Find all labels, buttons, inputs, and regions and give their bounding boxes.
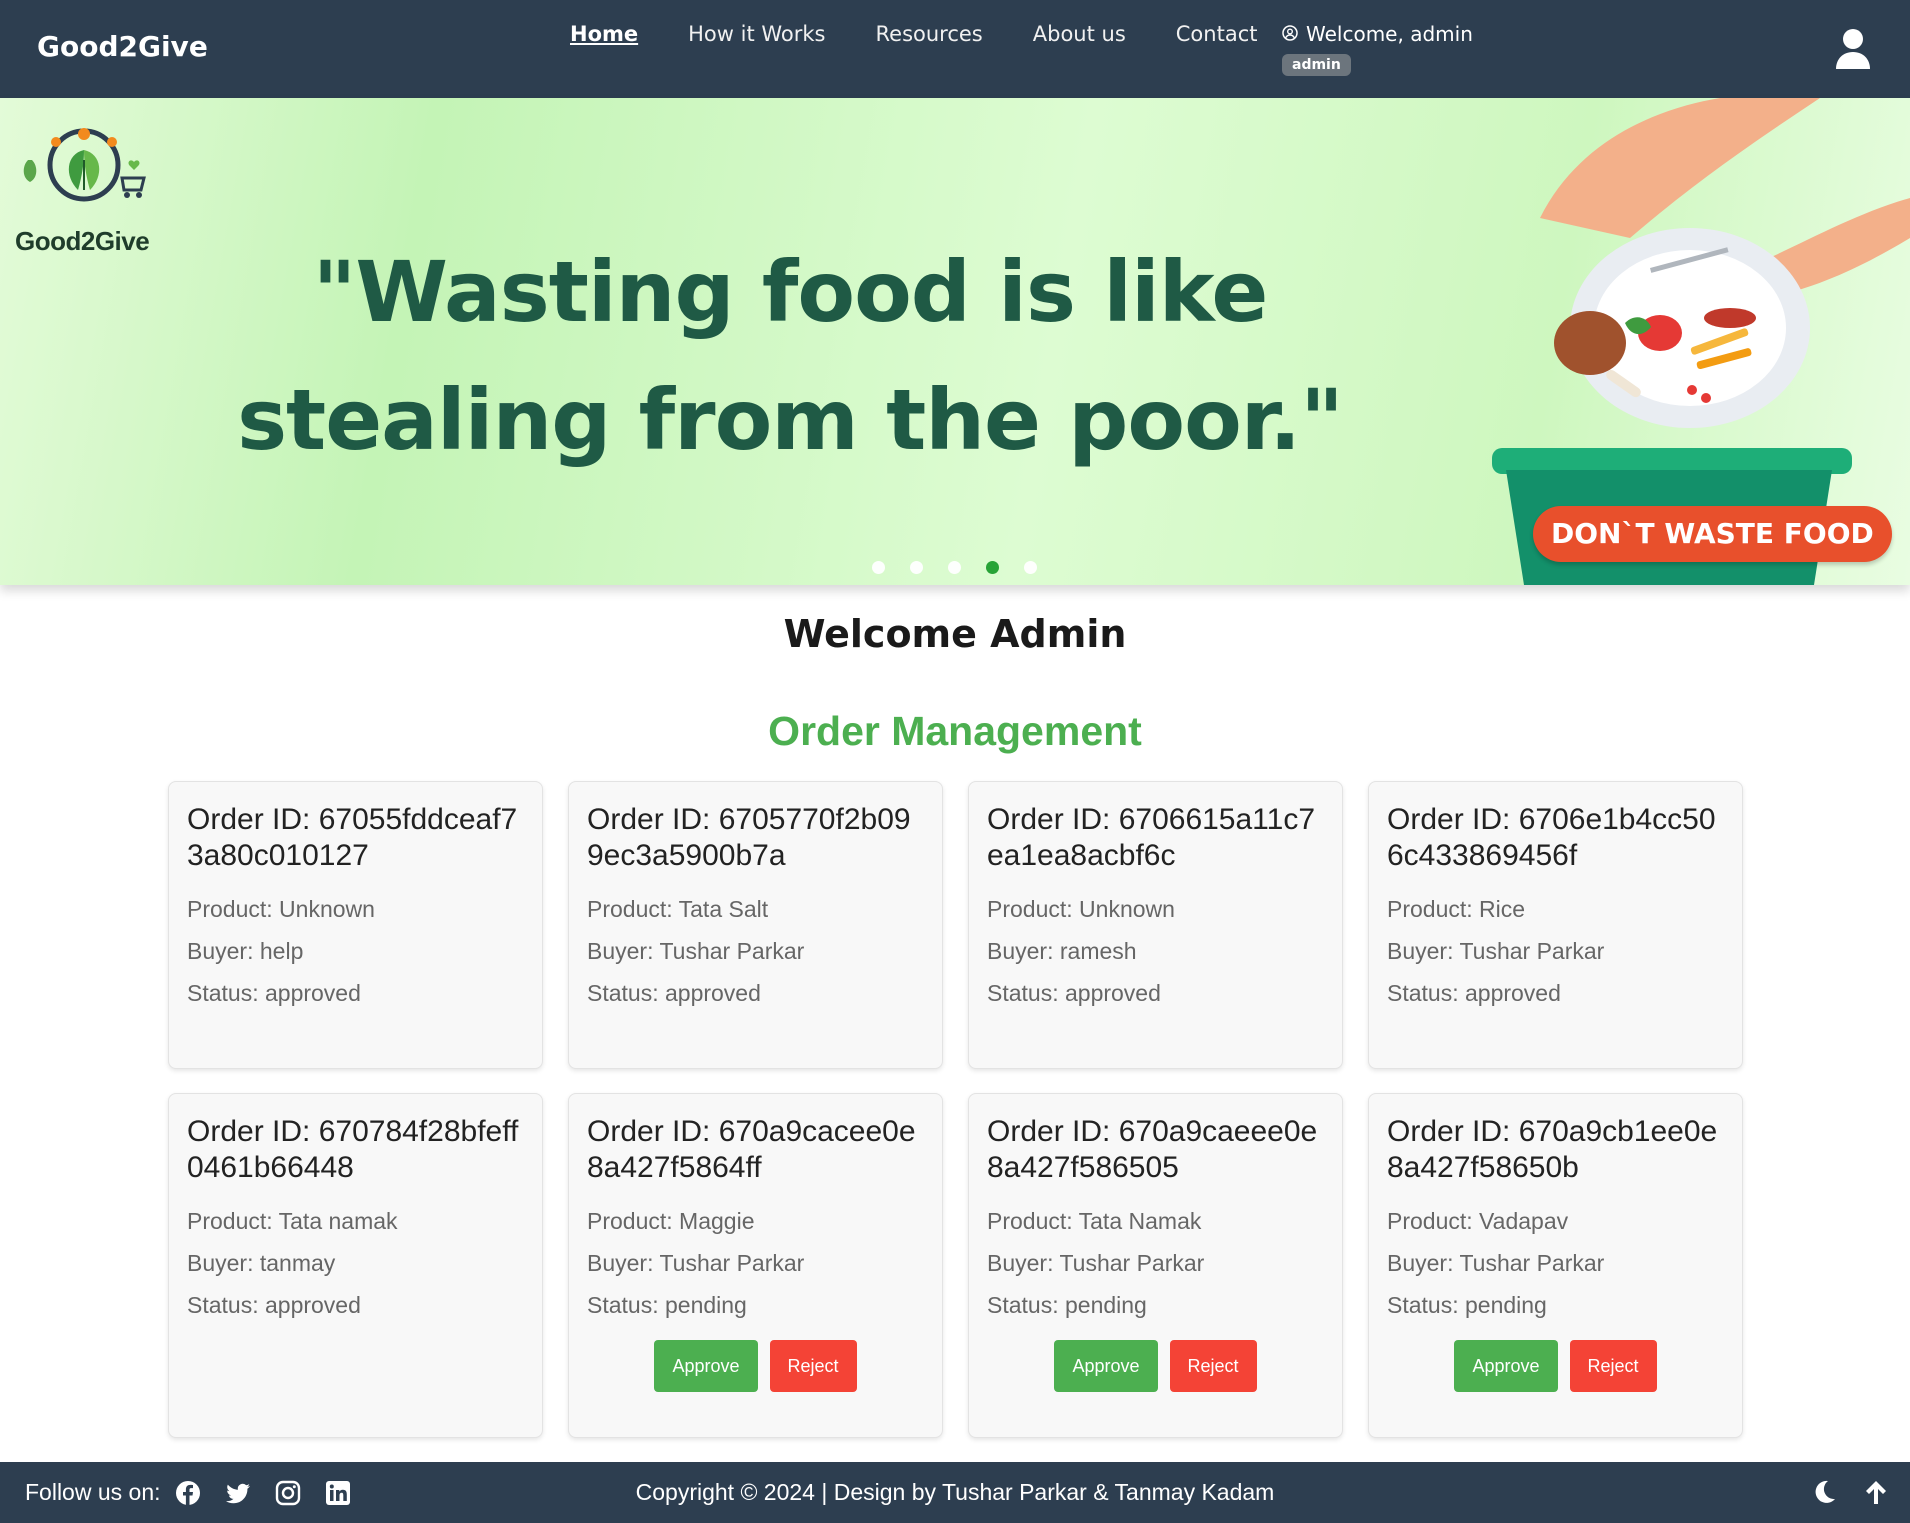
order-buyer: Buyer: Tushar Parkar (587, 938, 805, 964)
follow-us: Follow us on: (25, 1479, 375, 1506)
order-status: Status: pending (587, 1292, 747, 1318)
order-card: Order ID: 6705770f2b099ec3a5900b7a Produ… (568, 781, 943, 1069)
navbar: Good2Give Home How it Works Resources Ab… (0, 0, 1910, 98)
nav-about-us[interactable]: About us (1033, 22, 1126, 46)
order-card: Order ID: 670a9cb1ee0e8a427f58650b Produ… (1368, 1093, 1743, 1438)
order-product: Product: Unknown (187, 896, 375, 922)
order-title: Order ID: 67055fddceaf73a80c010127 (187, 803, 518, 872)
order-product: Product: Maggie (587, 1208, 755, 1234)
order-title: Order ID: 6706615a11c7ea1ea8acbf6c (987, 803, 1316, 872)
order-product: Product: Tata namak (187, 1208, 398, 1234)
order-title: Order ID: 670a9caeee0e8a427f586505 (987, 1115, 1318, 1184)
order-product: Product: Tata Namak (987, 1208, 1202, 1234)
instagram-icon[interactable] (275, 1480, 301, 1506)
welcome-text: Welcome, admin (1306, 22, 1473, 46)
nav-resources[interactable]: Resources (876, 22, 983, 46)
order-buyer: Buyer: tanmay (187, 1250, 336, 1276)
carousel-dot-3[interactable] (948, 561, 961, 574)
user-profile-icon[interactable] (1834, 28, 1872, 70)
dark-mode-moon-icon[interactable] (1810, 1478, 1838, 1506)
hero-quote-line-1: "Wasting food is like (312, 243, 1269, 341)
carousel-dot-2[interactable] (910, 561, 923, 574)
footer-controls (1786, 1478, 1890, 1506)
user-circle-icon (1282, 22, 1306, 46)
carousel-dot-1[interactable] (872, 561, 885, 574)
order-actions: Approve Reject (1387, 1340, 1724, 1392)
carousel-dot-4[interactable] (986, 561, 999, 574)
approve-button[interactable]: Approve (1454, 1340, 1558, 1392)
reject-button[interactable]: Reject (769, 1340, 857, 1392)
order-card: Order ID: 670a9caeee0e8a427f586505 Produ… (968, 1093, 1343, 1438)
order-card: Order ID: 670784f28bfeff0461b66448 Produ… (168, 1093, 543, 1438)
order-status: Status: approved (987, 980, 1161, 1006)
twitter-icon[interactable] (225, 1480, 251, 1506)
order-actions: Approve Reject (987, 1340, 1324, 1392)
linkedin-icon[interactable] (325, 1480, 351, 1506)
order-status: Status: pending (987, 1292, 1147, 1318)
order-status: Status: approved (187, 1292, 361, 1318)
order-title: Order ID: 6705770f2b099ec3a5900b7a (587, 803, 911, 872)
brand-logo[interactable]: Good2Give (37, 30, 208, 63)
social-links (175, 1480, 375, 1506)
hero-logo-text: Good2Give (15, 226, 150, 256)
scroll-to-top-arrow-icon[interactable] (1862, 1478, 1890, 1506)
hero-logo: Good2Give (14, 120, 164, 256)
order-buyer: Buyer: help (187, 938, 304, 964)
order-buyer: Buyer: ramesh (987, 938, 1137, 964)
order-buyer: Buyer: Tushar Parkar (1387, 1250, 1605, 1276)
hero-quote: "Wasting food is like stealing from the … (200, 228, 1380, 484)
order-title: Order ID: 670784f28bfeff0461b66448 (187, 1115, 519, 1184)
approve-button[interactable]: Approve (1054, 1340, 1158, 1392)
order-status: Status: approved (587, 980, 761, 1006)
footer: Follow us on: Copyright © 2024 | Design … (0, 1462, 1910, 1523)
hero-quote-line-2: stealing from the poor." (237, 371, 1344, 469)
nav-home[interactable]: Home (570, 22, 638, 46)
dont-waste-food-label: DON`T WASTE FOOD (1533, 506, 1892, 562)
section-title: Order Management (768, 708, 1142, 754)
user-welcome: Welcome, admin admin (1282, 22, 1473, 76)
nav-links: Home How it Works Resources About us Con… (570, 22, 1307, 46)
logo-emblem-icon (23, 128, 146, 202)
carousel-indicators (872, 561, 1062, 574)
hero-carousel: Good2Give "Wasting food is like stealing… (0, 98, 1910, 585)
order-title: Order ID: 670a9cb1ee0e8a427f58650b (1387, 1115, 1718, 1184)
page-title: Welcome Admin (783, 612, 1127, 656)
nav-how-it-works[interactable]: How it Works (688, 22, 825, 46)
order-product: Product: Tata Salt (587, 896, 769, 922)
order-buyer: Buyer: Tushar Parkar (1387, 938, 1605, 964)
reject-button[interactable]: Reject (1169, 1340, 1257, 1392)
order-card: Order ID: 670a9cacee0e8a427f5864ff Produ… (568, 1093, 943, 1438)
order-status: Status: approved (1387, 980, 1561, 1006)
order-status: Status: pending (1387, 1292, 1547, 1318)
order-card: Order ID: 6706615a11c7ea1ea8acbf6c Produ… (968, 781, 1343, 1069)
order-buyer: Buyer: Tushar Parkar (587, 1250, 805, 1276)
follow-label: Follow us on: (25, 1479, 161, 1505)
order-card: Order ID: 67055fddceaf73a80c010127 Produ… (168, 781, 543, 1069)
nav-contact[interactable]: Contact (1176, 22, 1258, 46)
order-actions: Approve Reject (587, 1340, 924, 1392)
role-badge: admin (1282, 54, 1351, 76)
order-card: Order ID: 6706e1b4cc506c433869456f Produ… (1368, 781, 1743, 1069)
approve-button[interactable]: Approve (654, 1340, 758, 1392)
facebook-icon[interactable] (175, 1480, 201, 1506)
order-title: Order ID: 670a9cacee0e8a427f5864ff (587, 1115, 916, 1184)
order-status: Status: approved (187, 980, 361, 1006)
reject-button[interactable]: Reject (1569, 1340, 1657, 1392)
carousel-dot-5[interactable] (1024, 561, 1037, 574)
order-buyer: Buyer: Tushar Parkar (987, 1250, 1205, 1276)
order-product: Product: Unknown (987, 896, 1175, 922)
order-product: Product: Rice (1387, 896, 1526, 922)
order-product: Product: Vadapav (1387, 1208, 1569, 1234)
order-title: Order ID: 6706e1b4cc506c433869456f (1387, 803, 1716, 872)
